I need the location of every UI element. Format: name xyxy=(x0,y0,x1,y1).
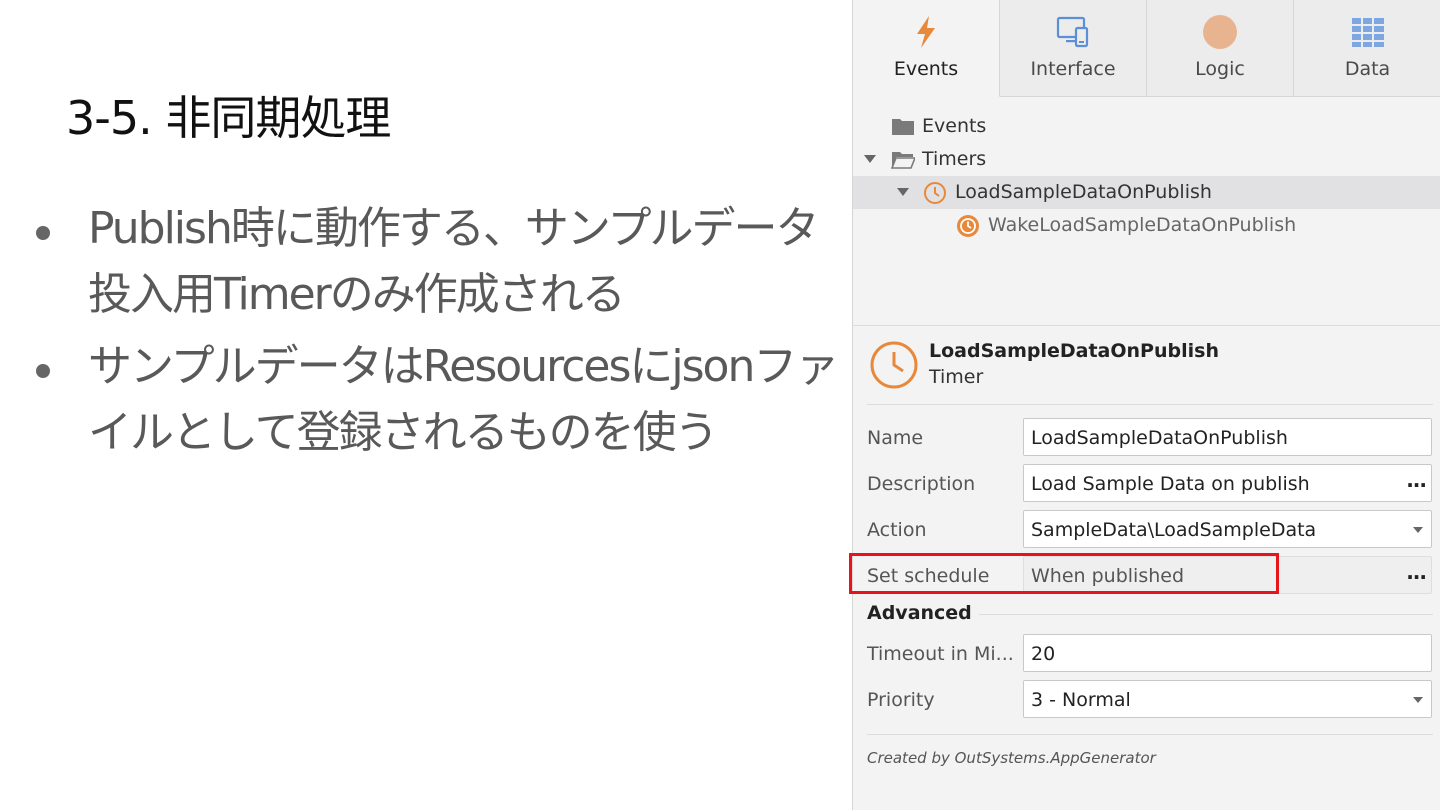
action-value: SampleData\LoadSampleData xyxy=(1031,519,1317,541)
tab-events[interactable]: Events xyxy=(853,0,1000,97)
divider xyxy=(979,614,1433,615)
schedule-ellipsis-button[interactable]: ... xyxy=(1406,560,1427,584)
property-row-timeout: Timeout in Mi... 20 xyxy=(853,634,1440,674)
priority-label: Priority xyxy=(867,689,935,711)
timeout-label: Timeout in Mi... xyxy=(867,643,1014,665)
divider xyxy=(867,404,1433,405)
schedule-label: Set schedule xyxy=(867,565,990,587)
bullet-dot xyxy=(36,364,50,378)
tab-data-label: Data xyxy=(1344,58,1391,80)
action-label: Action xyxy=(867,519,927,541)
chevron-down-icon[interactable] xyxy=(1413,697,1423,703)
divider xyxy=(853,325,1440,326)
tab-events-label: Events xyxy=(893,58,959,80)
property-row-priority: Priority 3 - Normal xyxy=(853,680,1440,720)
name-field[interactable]: LoadSampleDataOnPublish xyxy=(1023,418,1432,456)
tab-data[interactable]: Data xyxy=(1294,0,1440,97)
name-label: Name xyxy=(867,427,924,449)
divider xyxy=(867,734,1433,735)
element-type-label: Timer xyxy=(929,366,984,388)
created-by-note: Created by OutSystems.AppGenerator xyxy=(867,749,1156,767)
tab-logic-label: Logic xyxy=(1195,58,1245,80)
bullet-line: サンプルデータはResourcesにjsonファ xyxy=(88,341,839,392)
expand-arrow-icon[interactable] xyxy=(897,188,909,196)
lightning-icon xyxy=(917,16,935,48)
tree-label-timers: Timers xyxy=(922,148,987,170)
tree-item-wake-action[interactable]: WakeLoadSampleDataOnPublish xyxy=(853,209,1440,242)
timeout-field[interactable]: 20 xyxy=(1023,634,1432,672)
wake-timer-icon xyxy=(957,215,979,237)
description-label: Description xyxy=(867,473,976,495)
tree-item-events[interactable]: Events xyxy=(853,110,1440,143)
description-ellipsis-button[interactable]: ... xyxy=(1406,468,1427,492)
property-row-action: Action SampleData\LoadSampleData xyxy=(853,510,1440,550)
tab-interface-label: Interface xyxy=(1030,58,1116,80)
slide: 3-5. 非同期処理 Publish時に動作する、サンプルデータ 投入用Time… xyxy=(0,0,852,810)
properties-panel: Events Interface Logic Data Events Timer… xyxy=(852,0,1440,810)
tab-bar: Events Interface Logic Data xyxy=(853,0,1440,98)
bullet-line: 投入用Timerのみ作成される xyxy=(88,269,626,320)
tab-logic[interactable]: Logic xyxy=(1147,0,1294,97)
bullet-line: Publish時に動作する、サンプルデータ xyxy=(88,203,820,254)
slide-title: 3-5. 非同期処理 xyxy=(66,91,391,145)
expand-arrow-icon[interactable] xyxy=(864,155,876,163)
open-folder-icon xyxy=(891,152,915,169)
folder-icon xyxy=(892,119,914,135)
bullet-item: サンプルデータはResourcesにjsonファ イルとして登録されるものを使う xyxy=(30,334,840,466)
property-row-name: Name LoadSampleDataOnPublish xyxy=(853,418,1440,458)
bullet-line: イルとして登録されるものを使う xyxy=(88,407,719,458)
circle-icon xyxy=(1203,15,1237,49)
advanced-section-title: Advanced xyxy=(867,602,972,624)
tree-label-timer: LoadSampleDataOnPublish xyxy=(955,181,1212,203)
bullet-list: Publish時に動作する、サンプルデータ 投入用Timerのみ作成される サン… xyxy=(30,196,840,472)
bullet-item: Publish時に動作する、サンプルデータ 投入用Timerのみ作成される xyxy=(30,196,840,328)
bullet-dot xyxy=(36,226,50,240)
chevron-down-icon[interactable] xyxy=(1413,527,1423,533)
schedule-field[interactable]: When published ... xyxy=(1023,556,1432,594)
tree-item-timer[interactable]: LoadSampleDataOnPublish xyxy=(853,176,1440,209)
grid-icon xyxy=(1351,18,1384,47)
description-value: Load Sample Data on publish xyxy=(1031,473,1310,495)
element-tree: Events Timers LoadSampleDataOnPublish Wa… xyxy=(853,110,1440,242)
tree-item-timers[interactable]: Timers xyxy=(853,143,1440,176)
tree-label-events: Events xyxy=(922,115,987,137)
action-dropdown[interactable]: SampleData\LoadSampleData xyxy=(1023,510,1432,548)
property-row-schedule: Set schedule When published ... xyxy=(853,556,1440,596)
timeout-value: 20 xyxy=(1031,643,1056,665)
priority-value: 3 - Normal xyxy=(1031,689,1131,711)
priority-dropdown[interactable]: 3 - Normal xyxy=(1023,680,1432,718)
name-value: LoadSampleDataOnPublish xyxy=(1031,427,1288,449)
description-field[interactable]: Load Sample Data on publish ... xyxy=(1023,464,1432,502)
property-row-description: Description Load Sample Data on publish … xyxy=(853,464,1440,504)
schedule-value: When published xyxy=(1031,565,1185,587)
monitor-devices-icon xyxy=(1056,16,1089,48)
timer-clock-icon xyxy=(870,341,918,389)
tree-label-wake-action: WakeLoadSampleDataOnPublish xyxy=(988,214,1297,236)
timer-clock-icon xyxy=(924,182,946,204)
element-name-heading: LoadSampleDataOnPublish xyxy=(929,340,1219,362)
tab-interface[interactable]: Interface xyxy=(1000,0,1147,97)
